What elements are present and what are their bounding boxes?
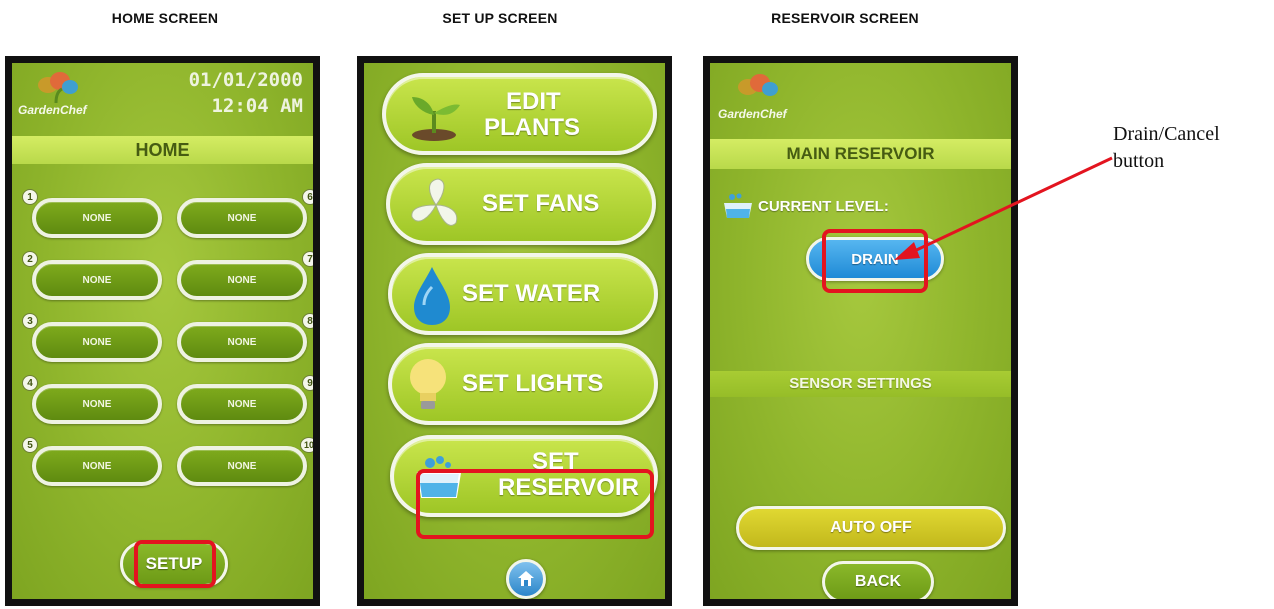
plant-slot-1[interactable]: NONE: [32, 198, 162, 238]
plant-slot-4[interactable]: NONE: [32, 384, 162, 424]
edit-plants-label-2: PLANTS: [484, 114, 580, 141]
set-fans-label: SET FANS: [482, 190, 600, 217]
plant-slot-2[interactable]: NONE: [32, 260, 162, 300]
caption-home-screen: HOME SCREEN: [111, 10, 219, 26]
plant-slot-7[interactable]: NONE: [177, 260, 307, 300]
plant-slot-3[interactable]: NONE: [32, 322, 162, 362]
plant-slot-9[interactable]: NONE: [177, 384, 307, 424]
auto-off-button[interactable]: AUTO OFF: [736, 506, 1006, 550]
slot-number-8: 8: [302, 313, 313, 329]
water-drop-icon: [410, 265, 454, 332]
slot-number-10: 10: [300, 437, 313, 453]
set-water-button[interactable]: SET WATER: [388, 253, 658, 335]
gardenchef-logo-icon: GardenChef: [18, 69, 118, 121]
home-button[interactable]: [506, 559, 546, 599]
slot-number-9: 9: [302, 375, 313, 391]
slot-number-2: 2: [22, 251, 38, 267]
arrow-icon: [894, 156, 1113, 260]
slot-number-7: 7: [302, 251, 313, 267]
plant-slot-6[interactable]: NONE: [177, 198, 307, 238]
date-display: 01/01/2000: [188, 69, 303, 91]
plant-slot-8[interactable]: NONE: [177, 322, 307, 362]
annotation-label-line1: Drain/Cancel: [1113, 123, 1220, 145]
slot-number-4: 4: [22, 375, 38, 391]
caption-reservoir-screen: RESERVOIR SCREEN: [771, 10, 919, 26]
slot-number-5: 5: [22, 437, 38, 453]
light-bulb-icon: [406, 355, 450, 422]
plant-slot-5[interactable]: NONE: [32, 446, 162, 486]
set-lights-button[interactable]: SET LIGHTS: [388, 343, 658, 425]
edit-plants-button[interactable]: EDIT PLANTS: [382, 73, 657, 155]
current-level-row: CURRENT LEVEL:: [722, 193, 889, 219]
reservoir-screen: GardenChef MAIN RESERVOIR CURRENT LEVEL:…: [703, 56, 1018, 606]
home-icon: [516, 568, 536, 593]
setup-screen: EDIT PLANTS SET FANS SET WATER SET LIGHT…: [357, 56, 672, 606]
brand-name: GardenChef: [718, 107, 787, 121]
sprout-icon: [404, 87, 464, 148]
page-title: HOME: [12, 136, 313, 164]
slot-number-6: 6: [302, 189, 313, 205]
time-display: 12:04 AM: [211, 95, 303, 117]
set-lights-label: SET LIGHTS: [462, 370, 604, 397]
set-fans-button[interactable]: SET FANS: [386, 163, 656, 245]
edit-plants-label-1: EDIT: [506, 88, 561, 115]
home-screen: GardenChef 01/01/2000 12:04 AM HOME 1 NO…: [5, 56, 320, 606]
setup-highlight-box: [134, 540, 216, 588]
set-reservoir-highlight-box: [416, 469, 654, 539]
water-level-icon: [722, 193, 754, 219]
slot-number-3: 3: [22, 313, 38, 329]
back-button[interactable]: BACK: [822, 561, 934, 599]
fan-icon: [404, 175, 468, 240]
sensor-settings-header: SENSOR SETTINGS: [710, 371, 1011, 397]
brand-name: GardenChef: [18, 103, 87, 117]
caption-setup-screen: SET UP SCREEN: [442, 10, 558, 26]
gardenchef-logo-icon: GardenChef: [718, 69, 818, 129]
slot-number-1: 1: [22, 189, 38, 205]
plant-slot-10[interactable]: NONE: [177, 446, 307, 486]
annotation-label-line2: button: [1113, 150, 1165, 172]
set-water-label: SET WATER: [462, 280, 601, 307]
current-level-label: CURRENT LEVEL:: [758, 197, 889, 215]
